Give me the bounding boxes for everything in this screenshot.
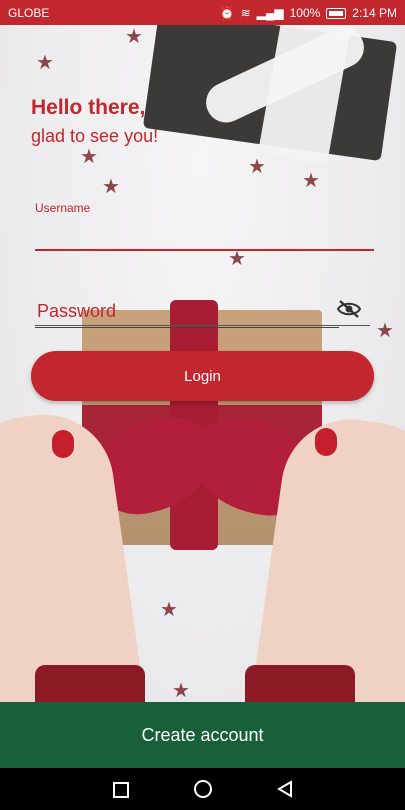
star-icon: ★ [125,26,143,48]
create-account-button[interactable]: Create account [0,702,405,768]
star-icon: ★ [160,599,178,621]
star-icon: ★ [172,680,190,702]
star-icon: ★ [36,52,54,74]
password-underline [35,325,370,326]
status-bar: GLOBE ⏰ ≋ ▂▄▆ 100% 2:14 PM [0,0,405,25]
password-input[interactable] [35,295,339,328]
username-label: Username [35,201,91,215]
battery-icon [326,7,347,19]
star-icon: ★ [102,176,120,198]
greeting-title: Hello there, [31,96,146,119]
carrier-name: GLOBE [8,6,50,20]
star-icon: ★ [302,170,320,192]
system-nav-bar [0,768,405,810]
signal-icon: ▂▄▆ [256,6,284,20]
right-sleeve-image [245,665,355,702]
square-icon[interactable] [113,782,129,798]
star-icon: ★ [248,156,266,178]
wifi-icon: ≋ [240,6,251,20]
username-input[interactable] [35,215,374,251]
star-icon: ★ [376,320,394,342]
fingernail [315,428,337,456]
status-icons: ⏰ ≋ ▂▄▆ 100% 2:14 PM [220,6,397,20]
eye-off-icon[interactable] [336,299,362,319]
greeting-subtitle: glad to see you! [31,126,159,146]
star-icon: ★ [228,248,246,270]
star-icon: ★ [80,146,98,168]
fingernail [52,430,74,458]
login-button[interactable]: Login [31,351,374,401]
clock: 2:14 PM [352,6,397,20]
circle-icon[interactable] [194,780,212,798]
triangle-back-icon[interactable] [277,780,293,798]
battery-percent: 100% [289,6,321,20]
left-sleeve-image [35,665,145,702]
alarm-icon: ⏰ [219,6,235,20]
